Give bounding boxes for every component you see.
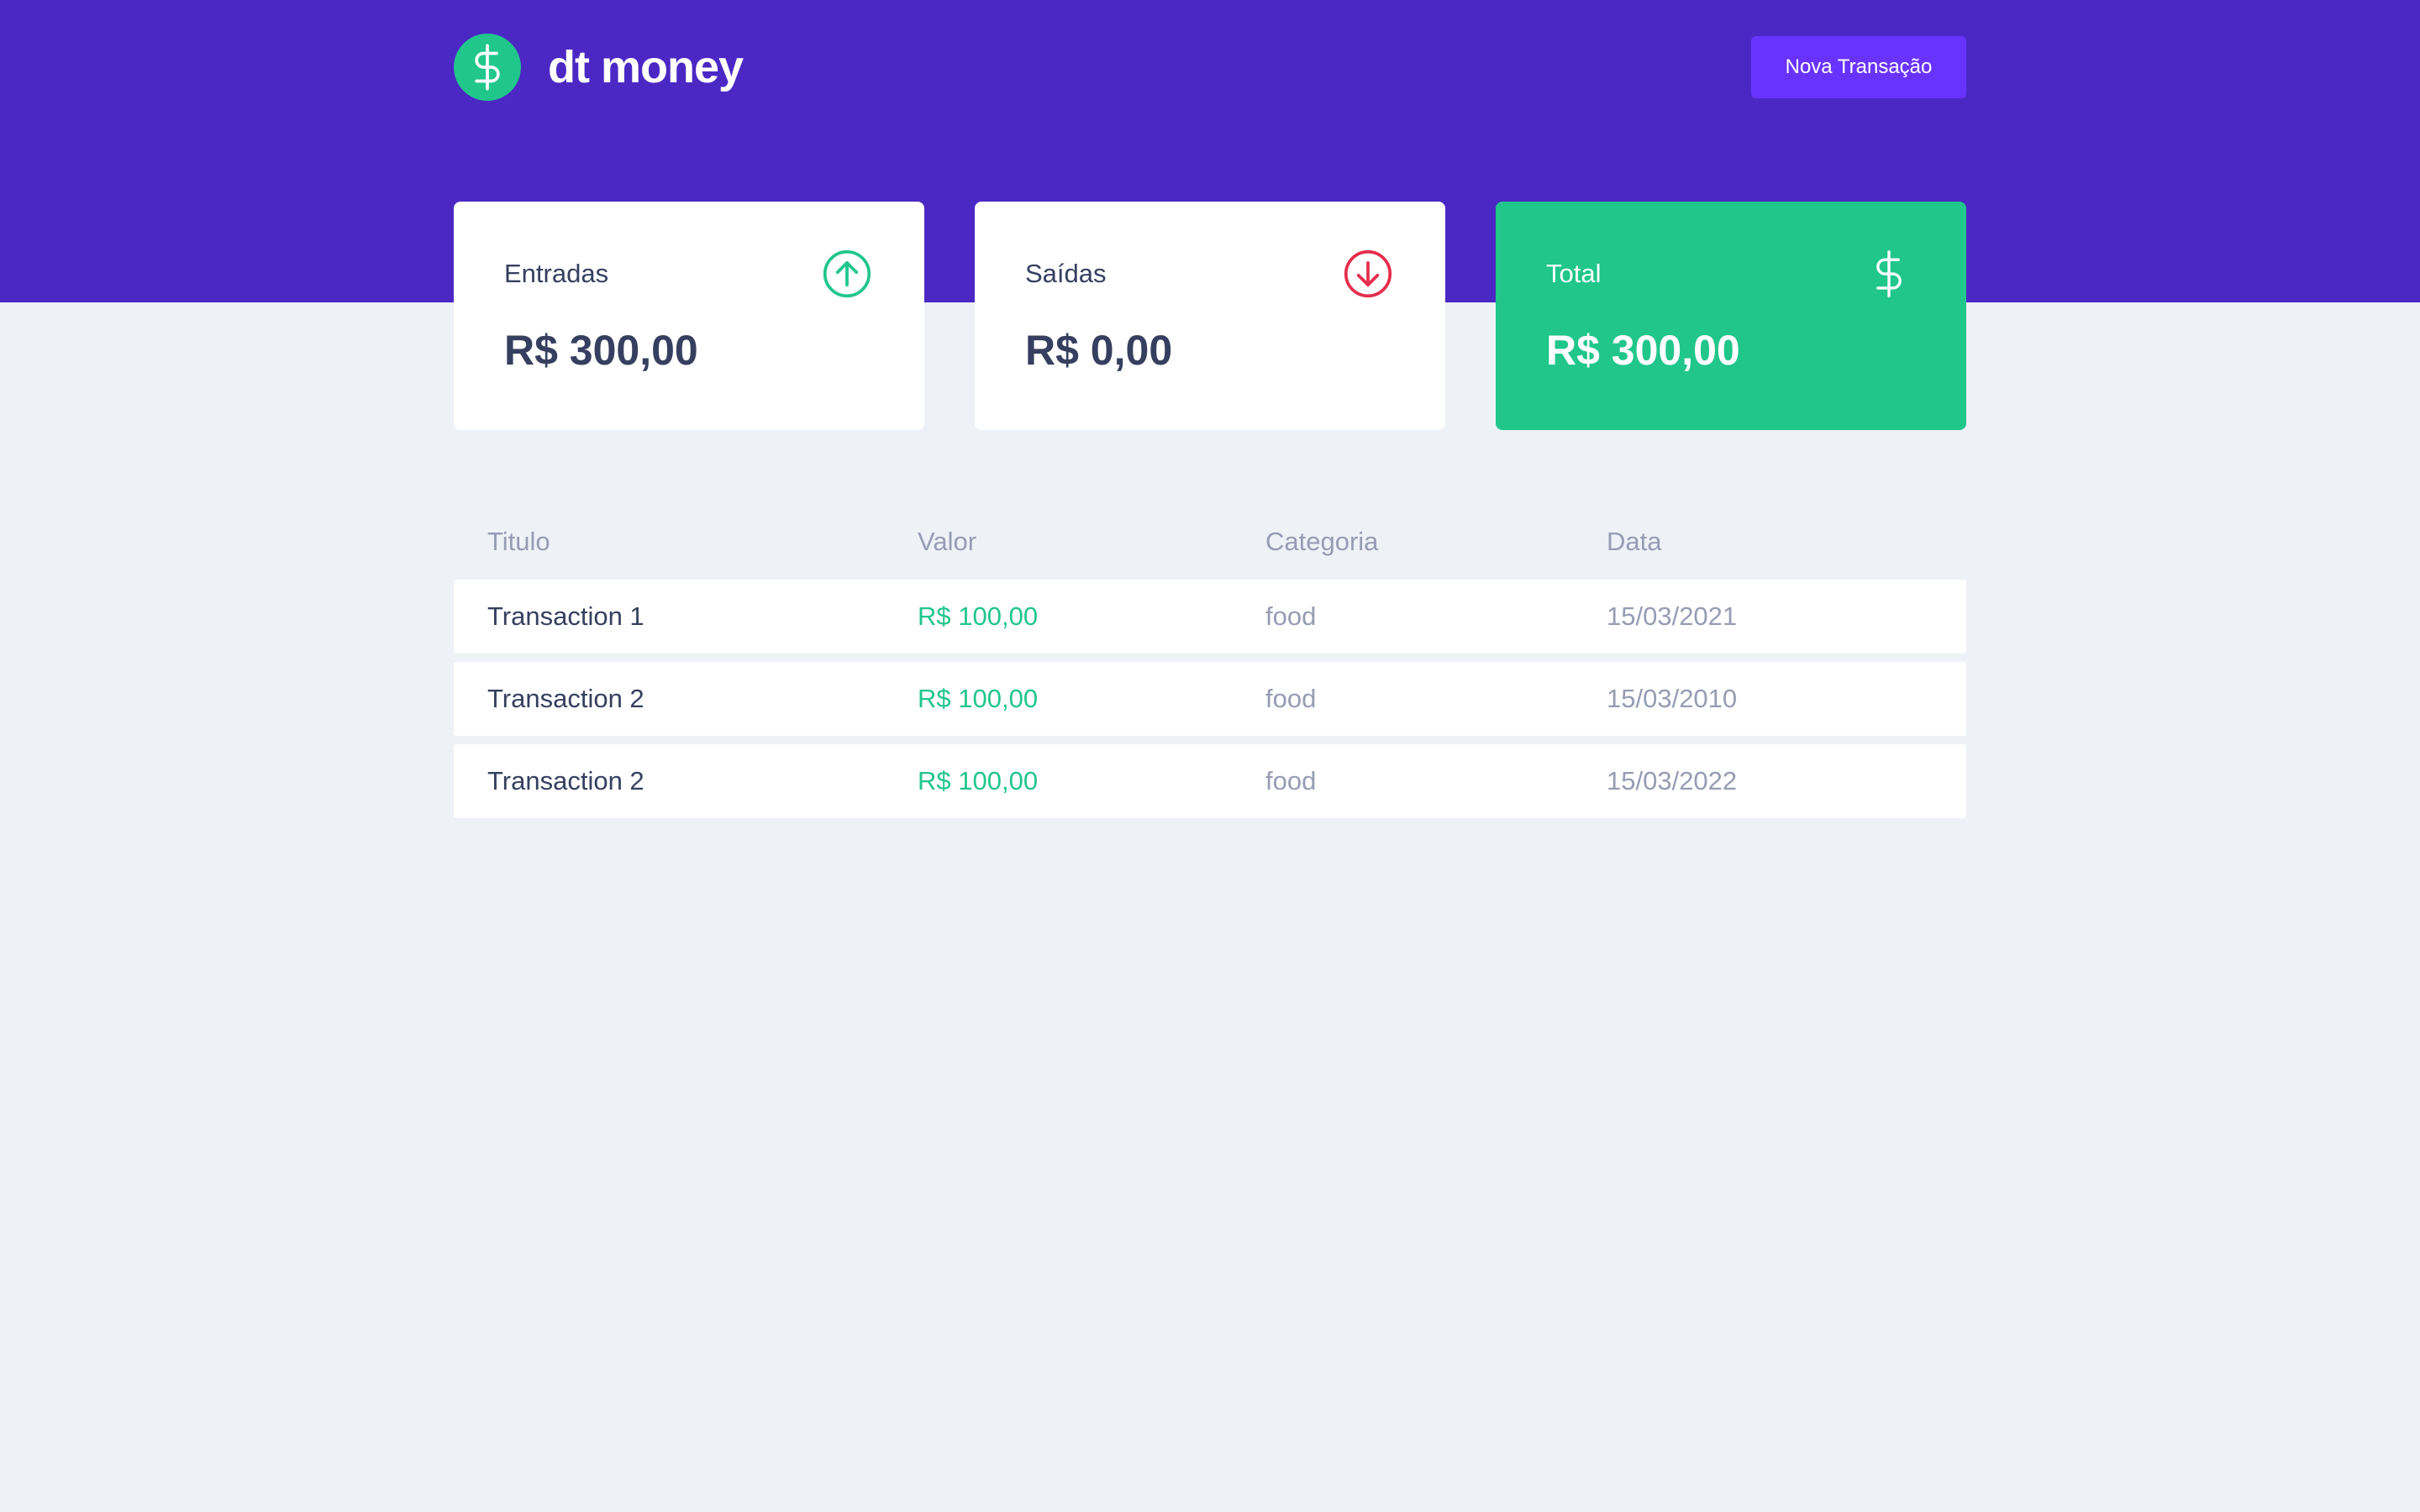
income-card: Entradas R$ 300,00	[454, 202, 924, 430]
transactions-table: Titulo Valor Categoria Data Transaction …	[454, 512, 1966, 827]
arrow-up-circle-icon	[823, 249, 871, 298]
table-row: Transaction 2 R$ 100,00 food 15/03/2022	[454, 744, 1966, 818]
transaction-title: Transaction 1	[454, 580, 884, 654]
column-header-category: Categoria	[1265, 527, 1379, 556]
table-row: Transaction 2 R$ 100,00 food 15/03/2010	[454, 662, 1966, 736]
outcome-amount: R$ 0,00	[1025, 327, 1173, 374]
total-amount: R$ 300,00	[1546, 327, 1740, 374]
transaction-value: R$ 100,00	[884, 580, 1232, 654]
total-label: Total	[1546, 259, 1602, 288]
transaction-title: Transaction 2	[454, 744, 884, 818]
arrow-down-circle-icon	[1344, 249, 1392, 298]
transaction-value: R$ 100,00	[884, 744, 1232, 818]
transaction-date: 15/03/2010	[1573, 662, 1966, 736]
outcome-label: Saídas	[1025, 259, 1107, 288]
logo: dt money	[454, 34, 744, 101]
summary-cards: Entradas R$ 300,00 Saídas R$ 0,00 Total …	[454, 202, 1966, 430]
dollar-sign-icon	[1876, 250, 1902, 297]
table-header-row: Titulo Valor Categoria Data	[454, 512, 1966, 571]
column-header-value: Valor	[918, 527, 977, 556]
total-card: Total R$ 300,00	[1496, 202, 1966, 430]
income-amount: R$ 300,00	[504, 327, 698, 374]
new-transaction-button[interactable]: Nova Transação	[1751, 36, 1966, 98]
content-container: dt money Nova Transação Entradas R$ 300,…	[454, 0, 1966, 1512]
transaction-category: food	[1232, 744, 1573, 818]
logo-text: dt money	[548, 42, 744, 92]
outcome-card: Saídas R$ 0,00	[975, 202, 1445, 430]
table-row: Transaction 1 R$ 100,00 food 15/03/2021	[454, 580, 1966, 654]
page: dt money Nova Transação Entradas R$ 300,…	[0, 0, 2420, 1512]
transaction-category: food	[1232, 662, 1573, 736]
transaction-category: food	[1232, 580, 1573, 654]
transaction-value: R$ 100,00	[884, 662, 1232, 736]
column-header-date: Data	[1607, 527, 1662, 556]
income-label: Entradas	[504, 259, 609, 288]
transaction-date: 15/03/2022	[1573, 744, 1966, 818]
column-header-title: Titulo	[487, 527, 550, 556]
transaction-date: 15/03/2021	[1573, 580, 1966, 654]
dollar-sign-icon	[454, 34, 521, 101]
transaction-title: Transaction 2	[454, 662, 884, 736]
